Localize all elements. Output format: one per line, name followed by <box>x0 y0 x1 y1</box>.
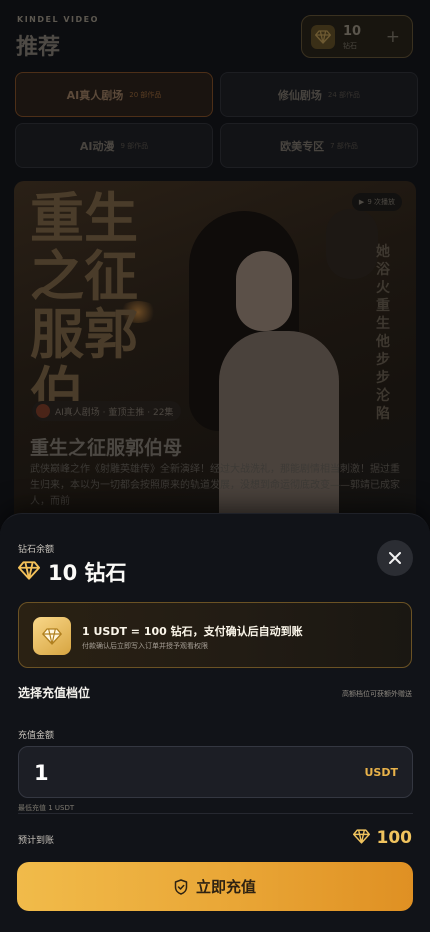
category-xiuxian[interactable]: 修仙剧场 24 部作品 <box>220 72 418 117</box>
brand-label: KINDEL VIDEO <box>17 15 99 24</box>
cover-tagline: 她浴火重生他步步沦陷 <box>376 244 390 422</box>
estimate-display: 100 <box>352 827 413 849</box>
featured-title: 重生之征服郭伯母 <box>30 437 183 459</box>
category-count: 9 部作品 <box>120 141 149 150</box>
play-icon: ▶ <box>358 198 365 206</box>
amount-label: 充值金额 <box>18 731 55 741</box>
estimate-label: 预计到账 <box>18 836 55 846</box>
amount-unit: USDT <box>364 766 399 779</box>
cover-title-art: 重生之征服郭伯 <box>30 186 138 424</box>
page-title: 推荐 <box>16 35 61 60</box>
coin-icon <box>33 617 71 655</box>
category-name: 修仙剧场 <box>277 88 322 102</box>
category-name: 欧美专区 <box>280 139 325 153</box>
tier-section-title: 选择充值档位 <box>18 686 91 700</box>
add-balance-icon[interactable]: + <box>386 27 400 47</box>
category-icon <box>36 404 50 418</box>
recharge-now-button[interactable]: 立即充值 <box>17 862 413 911</box>
recharge-sheet: 钻石余额 10 钻石 1 USDT = 100 钻石，支付确认后自动到账 付款确… <box>0 513 430 932</box>
exchange-rate-text: 1 USDT = 100 钻石，支付确认后自动到账 <box>82 625 303 638</box>
category-name: AI动漫 <box>79 139 115 153</box>
play-count-badge: ▶ 9 次播放 <box>351 193 402 211</box>
tier-section-note: 高额档位可获额外赠送 <box>342 690 412 698</box>
balance-chip[interactable]: 10 钻石 + <box>301 15 413 58</box>
balance-chip-unit: 钻石 <box>343 42 357 50</box>
category-count: 7 部作品 <box>330 141 358 150</box>
diamond-icon <box>18 560 40 584</box>
balance-chip-amount: 10 <box>343 24 362 39</box>
close-button[interactable] <box>377 540 413 576</box>
featured-description: 武侠巅峰之作《射雕英雄传》全新演绎！经过大战洗礼，那能剧情相当刺激！据过重生归来… <box>30 464 400 507</box>
featured-card[interactable]: 重生之征服郭伯 她浴火重生他步步沦陷 ▶ 9 次播放 AI真人剧场 · 董顶主推… <box>14 181 416 541</box>
cover-art-figure-man <box>326 209 378 279</box>
recharge-now-label: 立即充值 <box>195 879 256 896</box>
shield-icon <box>174 878 188 895</box>
exchange-rate-card: 1 USDT = 100 钻石，支付确认后自动到账 付款确认后立即写入订单并授予… <box>18 602 412 668</box>
amount-input[interactable] <box>34 756 334 790</box>
featured-tag: AI真人剧场 · 董顶主推 · 22集 <box>32 401 182 421</box>
featured-tag-text: AI真人剧场 · 董顶主推 · 22集 <box>55 407 174 418</box>
category-ai-live[interactable]: AI真人剧场 20 部作品 <box>15 72 213 117</box>
category-count: 24 部作品 <box>327 90 361 99</box>
category-western[interactable]: 欧美专区 7 部作品 <box>220 123 418 168</box>
cover-art-figure-face <box>236 251 292 331</box>
exchange-rate-subtext: 付款确认后立即写入订单并授予观看权限 <box>82 642 208 650</box>
play-count: 9 次播放 <box>367 198 395 206</box>
category-ai-anime[interactable]: AI动漫 9 部作品 <box>15 123 213 168</box>
balance-value: 10 钻石 <box>48 561 127 585</box>
diamond-icon <box>311 25 335 49</box>
amount-field[interactable]: USDT <box>18 746 413 798</box>
balance-label: 钻石余额 <box>18 545 55 555</box>
category-name: AI真人剧场 <box>66 88 124 102</box>
diamond-icon <box>352 828 370 848</box>
estimate-value: 100 <box>376 828 413 848</box>
category-count: 20 部作品 <box>129 90 162 99</box>
minimum-note: 最低充值 1 USDT <box>18 804 75 812</box>
balance-display: 10 钻石 <box>18 558 127 586</box>
close-icon <box>389 552 401 564</box>
divider <box>18 813 413 814</box>
